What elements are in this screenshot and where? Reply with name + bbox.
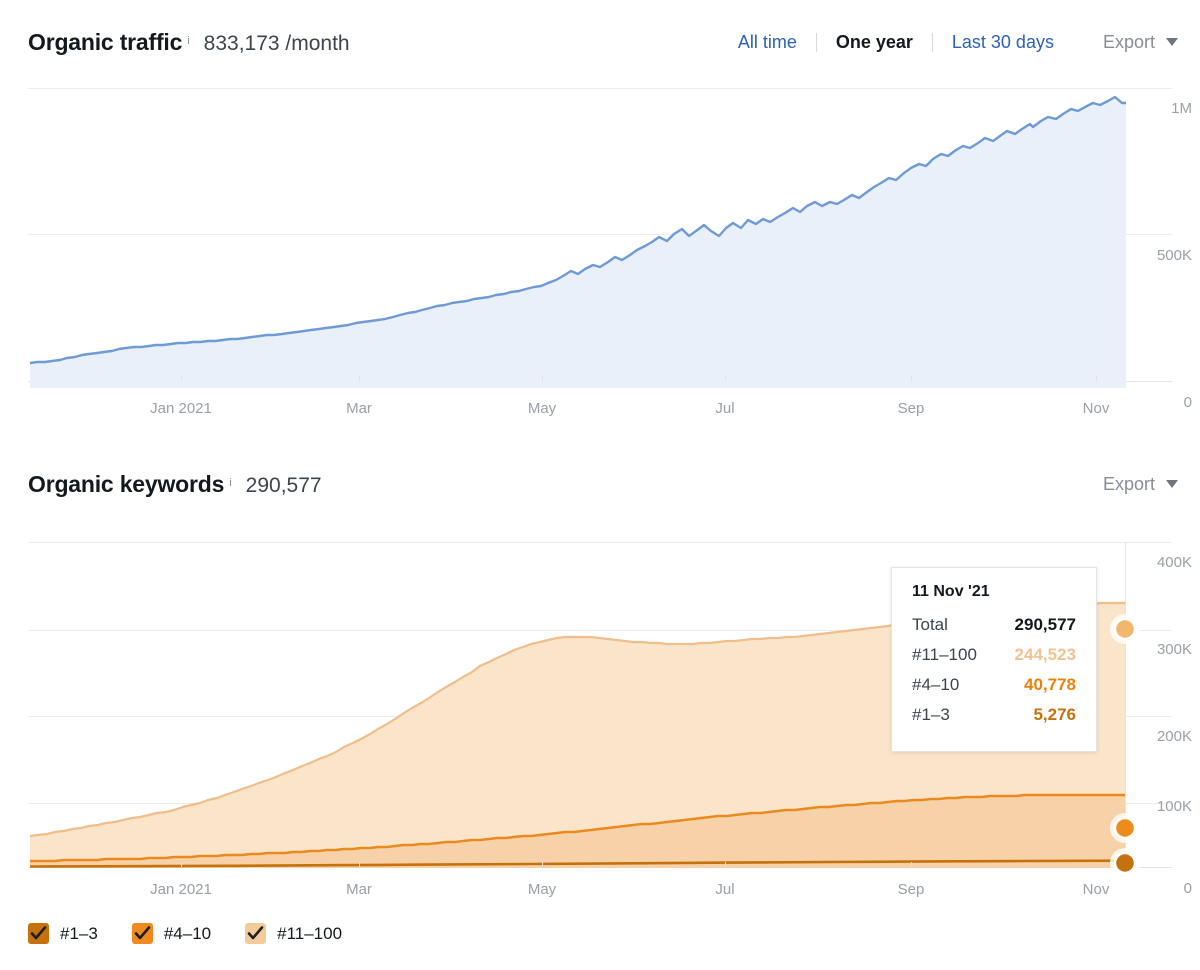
xtick-nov-2: Nov [1036, 881, 1156, 898]
analytics-page: Organic traffic i 833,173 /month All tim… [0, 0, 1200, 970]
tooltip-value-total: 290,577 [1015, 615, 1076, 635]
tooltip-key-4-10: #4–10 [912, 675, 959, 695]
xtick-sep-2: Sep [851, 881, 971, 898]
chart-legend: #1–3 #4–10 #11–100 [28, 923, 342, 944]
legend-item-1-3[interactable]: #1–3 [28, 923, 98, 944]
tooltip-row-1-3: #1–3 5,276 [912, 705, 1076, 735]
xtick-jul-2: Jul [665, 881, 785, 898]
marker-4-10 [1115, 818, 1135, 838]
xtick-jan-2021-2: Jan 2021 [121, 881, 241, 898]
chart-tooltip: 11 Nov '21 Total 290,577 #11–100 244,523… [891, 567, 1097, 752]
tooltip-date: 11 Nov '21 [912, 583, 1076, 601]
checkbox-4-10[interactable] [132, 923, 153, 944]
xtick-mark-jan-2 [181, 862, 182, 867]
tooltip-key-11-100: #11–100 [912, 645, 977, 665]
xtick-mark-may-2 [542, 862, 543, 867]
ytick-400k: 400K [1130, 554, 1192, 571]
tooltip-row-11-100: #11–100 244,523 [912, 645, 1076, 675]
organic-keywords-chart: 400K 300K 200K 100K 0 [0, 0, 1200, 970]
legend-item-11-100[interactable]: #11–100 [245, 923, 342, 944]
tooltip-row-total: Total 290,577 [912, 615, 1076, 645]
legend-label-4-10: #4–10 [164, 924, 211, 944]
checkbox-11-100[interactable] [245, 923, 266, 944]
legend-label-1-3: #1–3 [60, 924, 98, 944]
tooltip-row-4-10: #4–10 40,778 [912, 675, 1076, 705]
checkbox-1-3[interactable] [28, 923, 49, 944]
check-icon [30, 925, 47, 942]
xtick-mark-jul-2 [725, 862, 726, 867]
tooltip-key-1-3: #1–3 [912, 705, 950, 725]
xtick-mark-mar-2 [359, 862, 360, 867]
marker-1-3 [1115, 853, 1135, 873]
tooltip-value-1-3: 5,276 [1033, 705, 1076, 725]
xtick-mar-2: Mar [299, 881, 419, 898]
xtick-may-2: May [482, 881, 602, 898]
hover-markers [1103, 610, 1149, 880]
tooltip-key-total: Total [912, 615, 948, 635]
check-icon [134, 925, 151, 942]
tooltip-value-11-100: 244,523 [1015, 645, 1076, 665]
marker-11-100 [1115, 619, 1135, 639]
check-icon [247, 925, 264, 942]
legend-label-11-100: #11–100 [277, 924, 342, 944]
tooltip-value-4-10: 40,778 [1024, 675, 1076, 695]
xtick-mark-sep-2 [911, 862, 912, 867]
legend-item-4-10[interactable]: #4–10 [132, 923, 211, 944]
